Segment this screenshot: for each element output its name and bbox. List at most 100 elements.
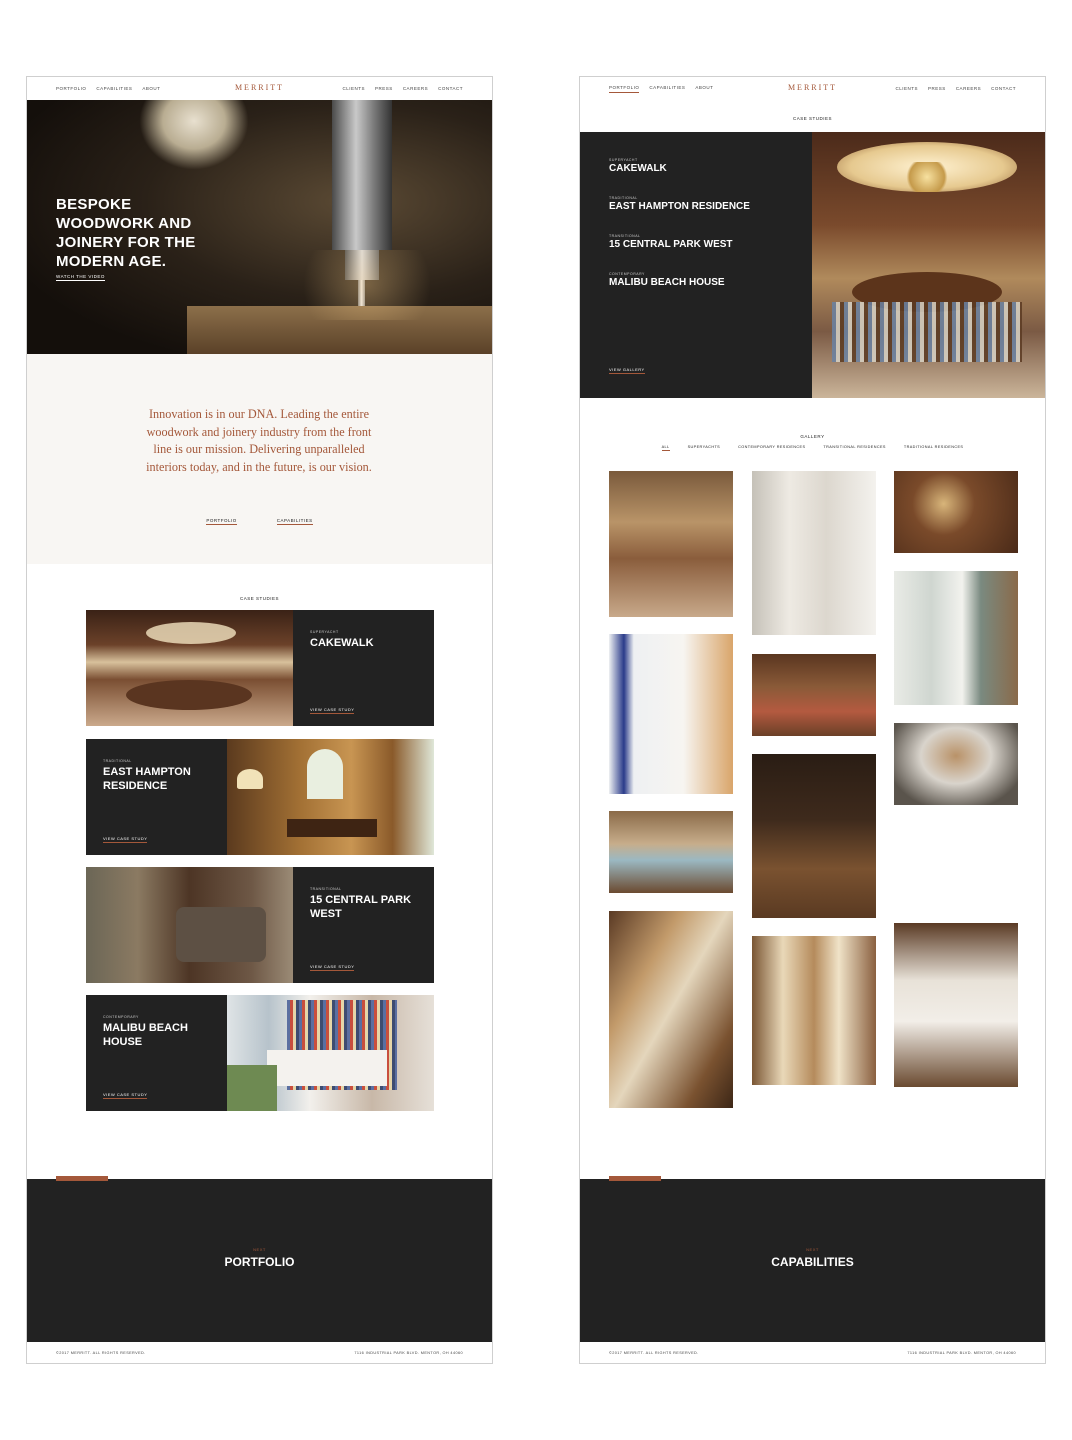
case-card-malibu[interactable]: CONTEMPORARY MALIBU BEACH HOUSE VIEW CAS… xyxy=(86,995,434,1111)
case-name: EAST HAMPTON RESIDENCE xyxy=(103,766,191,792)
featured-image-dining-room xyxy=(812,132,1045,398)
logo[interactable]: MERRITT xyxy=(235,83,284,92)
nav-press[interactable]: PRESS xyxy=(375,86,393,91)
nav-clients[interactable]: CLIENTS xyxy=(896,86,919,91)
next-section[interactable]: NEXT PORTFOLIO xyxy=(27,1176,492,1342)
nav-portfolio[interactable]: PORTFOLIO xyxy=(56,86,86,91)
case-panel: TRANSITIONAL 15 CENTRAL PARK WEST VIEW C… xyxy=(293,867,434,983)
gallery-image-arched-hallway[interactable] xyxy=(752,936,876,1085)
top-nav: PORTFOLIO CAPABILITIES ABOUT MERRITT CLI… xyxy=(27,77,492,100)
case-name: 15 CENTRAL PARK WEST xyxy=(310,894,412,920)
view-case-study-link[interactable]: VIEW CASE STUDY xyxy=(310,707,355,714)
filter-contemporary[interactable]: CONTEMPORARY RESIDENCES xyxy=(738,445,805,451)
case-panel: CONTEMPORARY MALIBU BEACH HOUSE VIEW CAS… xyxy=(86,995,227,1111)
intro-text: Innovation is in our DNA. Leading the en… xyxy=(146,407,372,474)
desk-graphic xyxy=(287,819,377,837)
case-name: MALIBU BEACH HOUSE xyxy=(103,1022,188,1048)
gallery-image-study[interactable] xyxy=(752,654,876,736)
gallery-image-cabinet-detail[interactable] xyxy=(752,754,876,918)
armchairs-graphic xyxy=(176,907,266,962)
case-studies-heading: CASE STUDIES xyxy=(239,596,279,601)
gallery-image-rope-detail[interactable] xyxy=(894,471,1018,553)
address: 7116 INDUSTRIAL PARK BLVD. MENTOR, OH 44… xyxy=(354,1351,463,1355)
lamp-graphic xyxy=(237,769,263,789)
top-nav: PORTFOLIO CAPABILITIES ABOUT MERRITT CLI… xyxy=(580,77,1045,100)
nav-contact[interactable]: CONTACT xyxy=(438,86,463,91)
nav-capabilities[interactable]: CAPABILITIES xyxy=(649,85,685,93)
case-card-east-hampton[interactable]: TRADITIONAL EAST HAMPTON RESIDENCE VIEW … xyxy=(86,739,434,855)
gallery-filters: ALL SUPERYACHTS CONTEMPORARY RESIDENCES … xyxy=(580,445,1045,451)
filter-superyachts[interactable]: SUPERYACHTS xyxy=(688,445,721,451)
case-category: TRANSITIONAL xyxy=(609,234,641,238)
gallery-image-arched-window[interactable] xyxy=(894,923,1018,1087)
gallery-image-living-room[interactable] xyxy=(609,811,733,893)
accent-bar xyxy=(56,1176,108,1181)
case-category: TRANSITIONAL xyxy=(310,887,342,891)
railing-graphic xyxy=(267,1050,387,1086)
filter-traditional[interactable]: TRADITIONAL RESIDENCES xyxy=(904,445,964,451)
milling-head-graphic xyxy=(332,100,392,250)
footer: ©2017 MERRITT. ALL RIGHTS RESERVED. 7116… xyxy=(27,1342,492,1363)
nav-capabilities[interactable]: CAPABILITIES xyxy=(96,86,132,91)
next-title[interactable]: CAPABILITIES xyxy=(580,1255,1045,1269)
nav-careers[interactable]: CAREERS xyxy=(403,86,428,91)
nav-about[interactable]: ABOUT xyxy=(142,86,160,91)
case-image-malibu xyxy=(227,995,434,1111)
gallery-heading: GALLERY xyxy=(800,434,825,439)
intro-capabilities-link[interactable]: CAPABILITIES xyxy=(276,518,313,525)
view-case-study-link[interactable]: VIEW CASE STUDY xyxy=(103,836,148,843)
watch-video-link[interactable]: WATCH THE VIDEO xyxy=(56,274,105,281)
table-graphic xyxy=(126,680,252,710)
case-studies-heading: CASE STUDIES xyxy=(792,116,832,121)
case-panel: TRADITIONAL EAST HAMPTON RESIDENCE VIEW … xyxy=(86,739,227,855)
accent-bar xyxy=(609,1176,661,1181)
arched-window-graphic xyxy=(307,749,343,799)
case-item-central-park[interactable]: TRANSITIONAL 15 CENTRAL PARK WEST xyxy=(609,234,733,250)
hero-image: BESPOKE WOODWORK AND JOINERY FOR THE MOD… xyxy=(27,100,492,354)
case-card-cakewalk[interactable]: SUPERYACHT CAKEWALK VIEW CASE STUDY xyxy=(86,610,434,726)
portfolio-page-mockup: PORTFOLIO CAPABILITIES ABOUT MERRITT CLI… xyxy=(579,76,1046,1364)
nav-contact[interactable]: CONTACT xyxy=(991,86,1016,91)
view-case-study-link[interactable]: VIEW CASE STUDY xyxy=(103,1092,148,1099)
gallery-image-white-door[interactable] xyxy=(752,471,876,635)
nav-clients[interactable]: CLIENTS xyxy=(343,86,366,91)
gallery-image-white-stair[interactable] xyxy=(609,634,733,794)
case-category: SUPERYACHT xyxy=(609,158,638,162)
footer: ©2017 MERRITT. ALL RIGHTS RESERVED. 7116… xyxy=(580,1342,1045,1363)
nav-portfolio[interactable]: PORTFOLIO xyxy=(609,85,640,93)
case-card-central-park[interactable]: TRANSITIONAL 15 CENTRAL PARK WEST VIEW C… xyxy=(86,867,434,983)
intro-portfolio-link[interactable]: PORTFOLIO xyxy=(206,518,237,525)
gallery-image-library[interactable] xyxy=(894,823,1018,905)
case-category: TRADITIONAL xyxy=(103,759,132,763)
copyright: ©2017 MERRITT. ALL RIGHTS RESERVED. xyxy=(56,1351,146,1355)
gallery-image-entry-stair[interactable] xyxy=(894,571,1018,705)
nav-about[interactable]: ABOUT xyxy=(695,85,713,93)
filter-all[interactable]: ALL xyxy=(661,445,670,451)
case-name: 15 CENTRAL PARK WEST xyxy=(609,239,733,250)
filter-transitional[interactable]: TRANSITIONAL RESIDENCES xyxy=(823,445,885,451)
logo[interactable]: MERRITT xyxy=(788,83,837,92)
ceiling-light-graphic xyxy=(146,622,236,644)
case-category: TRADITIONAL xyxy=(609,196,638,200)
case-item-cakewalk[interactable]: SUPERYACHT CAKEWALK xyxy=(609,158,667,174)
featured-case-studies: SUPERYACHT CAKEWALK TRADITIONAL EAST HAM… xyxy=(580,132,1045,398)
gallery-image-deck-cleat[interactable] xyxy=(894,723,1018,805)
nav-press[interactable]: PRESS xyxy=(928,86,946,91)
copyright: ©2017 MERRITT. ALL RIGHTS RESERVED. xyxy=(609,1351,699,1355)
gallery-image-bedroom[interactable] xyxy=(609,471,733,617)
garden-graphic xyxy=(227,1065,277,1111)
nav-careers[interactable]: CAREERS xyxy=(956,86,981,91)
chairs-graphic xyxy=(832,302,1022,362)
case-item-east-hampton[interactable]: TRADITIONAL EAST HAMPTON RESIDENCE xyxy=(609,196,750,212)
brush-graphic xyxy=(139,100,249,170)
case-panel: SUPERYACHT CAKEWALK VIEW CASE STUDY xyxy=(293,610,434,726)
view-case-study-link[interactable]: VIEW CASE STUDY xyxy=(310,964,355,971)
next-section[interactable]: NEXT CAPABILITIES xyxy=(580,1176,1045,1342)
case-list-panel: SUPERYACHT CAKEWALK TRADITIONAL EAST HAM… xyxy=(580,132,812,398)
next-label: NEXT xyxy=(253,1247,266,1252)
gallery-image-spiral-stair[interactable] xyxy=(609,911,733,1108)
address: 7116 INDUSTRIAL PARK BLVD. MENTOR, OH 44… xyxy=(907,1351,1016,1355)
next-title[interactable]: PORTFOLIO xyxy=(27,1255,492,1269)
case-item-malibu[interactable]: CONTEMPORARY MALIBU BEACH HOUSE xyxy=(609,272,725,288)
view-gallery-link[interactable]: VIEW GALLERY xyxy=(609,367,645,374)
